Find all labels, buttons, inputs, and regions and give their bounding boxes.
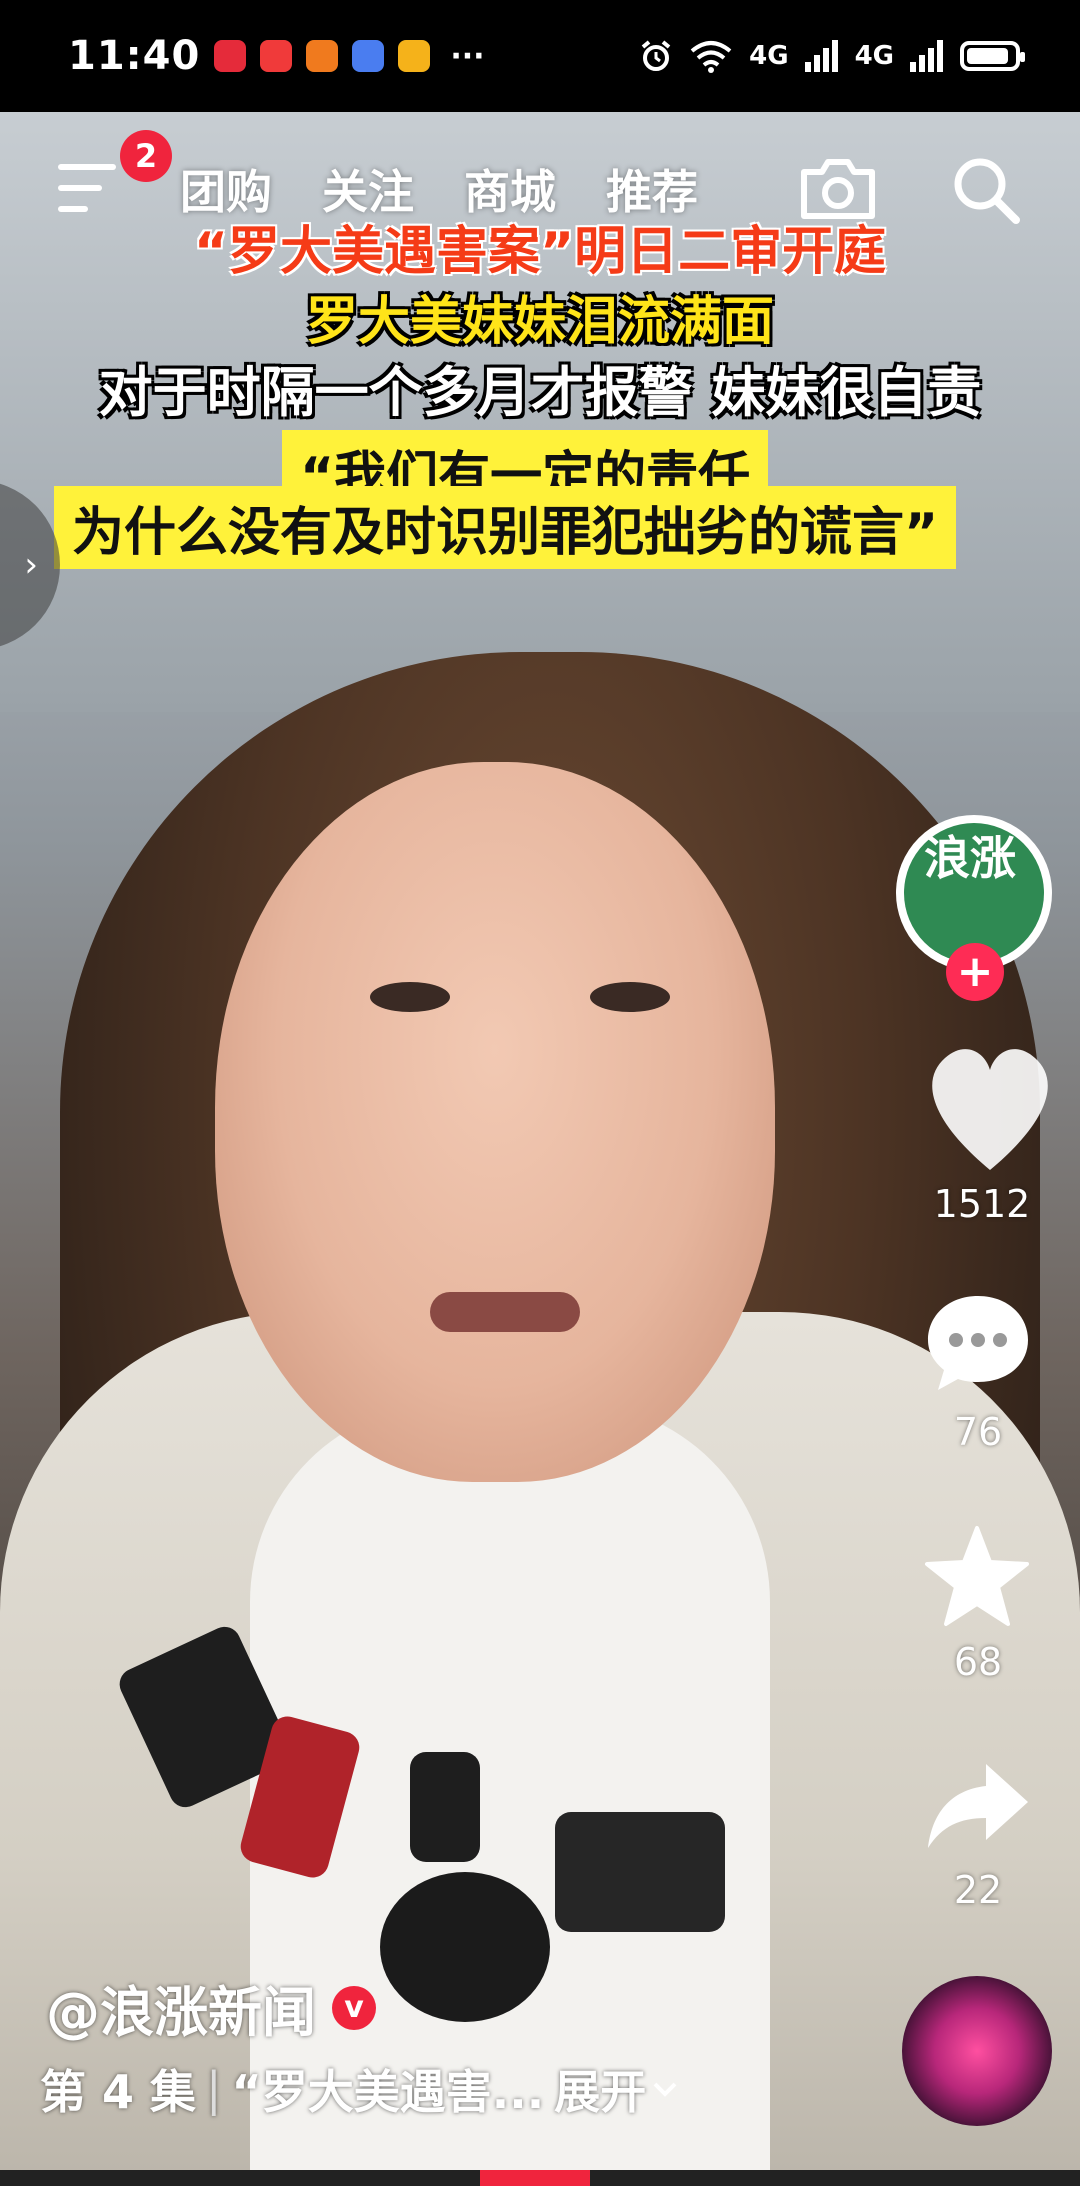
verified-badge-icon: v [332, 1985, 376, 2030]
expand-button[interactable]: 展开 [554, 2056, 678, 2122]
author-row: @浪涨新闻 v [46, 1968, 376, 2047]
clock: 11:40 [68, 33, 201, 79]
subtitle-caption: 罗大美妹妹泪流满面 [305, 292, 774, 352]
favorite-star-icon[interactable] [922, 1524, 1032, 1628]
menu-line [58, 185, 102, 191]
video-subject-mouth [430, 1292, 580, 1332]
alarm-icon [641, 40, 671, 71]
tab-mall[interactable]: 商城 [464, 156, 556, 222]
search-icon[interactable] [950, 154, 1022, 226]
playback-progress-fill [480, 2170, 590, 2186]
like-count: 1512 [933, 1182, 1031, 1226]
video-subject-face [215, 762, 775, 1482]
more-notifications-icon: ··· [450, 38, 485, 74]
follow-button[interactable]: + [946, 943, 1004, 1001]
comment-icon[interactable] [922, 1290, 1034, 1394]
tab-recommended[interactable]: 推荐 [606, 156, 698, 222]
headline-caption: “罗大美遇害案”明日二审开庭 [193, 222, 887, 282]
status-bar-left: 11:40 ··· [68, 33, 485, 79]
nav-tabs: 团购 关注 商城 推荐 [180, 156, 698, 222]
chevron-right-icon: › [24, 545, 38, 585]
video-title: “罗大美遇害... [231, 2065, 545, 2119]
video-subject-eye-left [370, 982, 450, 1012]
detail-caption: 对于时隔一个多月才报警 妹妹很自责 [98, 361, 982, 424]
music-disc-avatar[interactable] [902, 1976, 1052, 2126]
signal-1-icon [804, 40, 838, 72]
playback-progress-bar[interactable] [0, 2170, 1080, 2186]
quote-caption-2: 为什么没有及时识别罪犯拙劣的谎言” [54, 486, 957, 569]
microphone-4 [555, 1812, 725, 1932]
expand-label: 展开 [554, 2065, 647, 2119]
signal-1-label: 4G [749, 41, 789, 71]
notification-badge: 2 [120, 130, 172, 182]
status-bar: 11:40 ··· 4G 4G [0, 0, 1080, 112]
microphone-5 [380, 1872, 550, 2022]
chevron-down-icon [653, 2082, 677, 2097]
mail-app-icon [260, 40, 293, 72]
menu-line [58, 164, 116, 170]
video-app-icon [398, 40, 431, 72]
music-app-icon [352, 40, 385, 72]
favorite-count: 68 [953, 1640, 1003, 1684]
signal-2-icon [910, 40, 943, 72]
avatar-logo-text: 浪涨 [924, 831, 1016, 885]
huawei-app-icon [214, 40, 247, 72]
episode-label: 第 4 集 [40, 2065, 197, 2119]
series-row[interactable]: 第 4 集 | “罗大美遇害... 展开 [40, 2056, 678, 2122]
tab-following[interactable]: 关注 [322, 156, 414, 222]
share-count: 22 [953, 1868, 1003, 1912]
share-arrow-icon[interactable] [922, 1756, 1034, 1856]
wifi-icon [690, 41, 732, 73]
author-name[interactable]: @浪涨新闻 [46, 1968, 316, 2047]
series-separator: | [206, 2062, 222, 2116]
signal-2-label: 4G [854, 41, 894, 71]
video-subject-eye-right [590, 982, 670, 1012]
status-bar-right: 4G 4G [639, 39, 1025, 73]
like-icon[interactable] [910, 1010, 1070, 1190]
comment-count: 76 [953, 1410, 1003, 1454]
menu-line [58, 206, 88, 212]
microphone-3 [410, 1752, 480, 1862]
battery-icon [960, 41, 1025, 71]
camera-icon[interactable] [798, 156, 878, 222]
menu-button[interactable] [58, 164, 116, 212]
tab-group-buy[interactable]: 团购 [180, 156, 272, 222]
shop-app-icon [306, 40, 339, 72]
